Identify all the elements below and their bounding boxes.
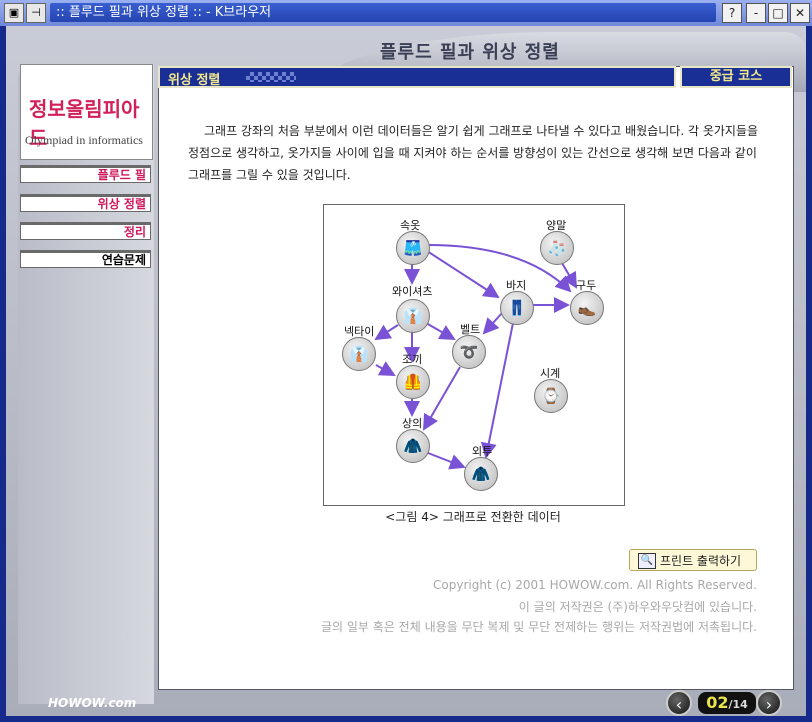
olympiad-logo: 정보올림피아드 Olympiad in informatics [20,64,153,160]
section-title: 위상 정렬 [168,73,221,88]
coat-icon: 🧥 [464,457,498,491]
vest-icon: 🦺 [396,365,430,399]
shirt-icon: 👔 [396,299,430,333]
edge-baji-belt [482,312,503,335]
pants-icon: 👖 [500,291,534,325]
minimize-button[interactable]: - [746,3,766,23]
tie-icon: 👔 [342,337,376,371]
window-titlebar: ▣ ⊣ :: 플루드 필과 위상 정렬 :: - K브라우저 ? - □ ✕ [0,0,812,27]
edge-sokot-baji [426,250,500,299]
jacket-icon: 🧥 [396,429,430,463]
copyright-line-3: 글의 일부 혹은 전체 내용을 무단 복제 및 무단 전제하는 행위는 저작권법… [321,620,757,634]
figure-caption: <그림 4> 그래프로 전환한 데이터 [385,510,561,524]
page-current: 02 [706,693,729,712]
printer-icon: 🔍 [638,553,656,569]
browser-icon[interactable]: ▣ [4,3,24,23]
edge-belt-sangui [422,366,461,431]
print-button[interactable]: 🔍 프린트 출력하기 [629,549,757,571]
edge-waisyeocheu-belt [425,322,456,340]
maximize-button[interactable]: □ [768,3,788,23]
sidebar-item-flood-fill[interactable]: 플루드 필 [20,165,151,183]
sidebar-item-exercises[interactable]: 연습문제 [20,250,151,268]
page-title: 플루드 필과 위상 정렬 [380,42,560,63]
clothing-graph-figure: 속옷 🩳 양말 🧦 와이셔츠 👔 바지 👖 구두 👞 넥타이 👔 벨트 ➰ 조끼… [323,204,625,506]
pin-icon[interactable]: ⊣ [26,3,46,23]
page-indicator: 02/14 [698,692,756,714]
sock-icon: 🧦 [540,231,574,265]
copyright-line-1: Copyright (c) 2001 HOWOW.com. All Rights… [433,578,757,592]
checker-decoration [246,72,296,82]
print-button-label: 프린트 출력하기 [660,554,742,568]
shoe-icon: 👞 [570,291,604,325]
howow-logo: HOWOW.com [48,696,137,710]
edge-nektai-jokki [375,361,396,376]
edge-baji-oetu [480,322,514,459]
graph-label-waisyeocheu: 와이셔츠 [392,285,433,298]
copyright-line-2: 이 글의 저작권은 (주)하우와우닷컴에 있습니다. [518,600,757,614]
sidebar [18,64,154,704]
help-button[interactable]: ? [722,3,742,23]
page-total: /14 [728,698,748,711]
edge-sangui-oetu [427,452,466,470]
window-title: :: 플루드 필과 위상 정렬 :: - K브라우저 [50,3,716,22]
edge-waisyeocheu-nektai [374,324,399,341]
next-page-button[interactable]: › [756,690,782,716]
content-paragraph: 그래프 강좌의 처음 부분에서 이런 데이터들은 알기 쉽게 그래프로 나타낼 … [188,124,759,182]
close-button[interactable]: ✕ [790,3,810,23]
edge-yangmal-gudu [561,262,578,289]
watch-icon: ⌚ [534,379,568,413]
section-title-bar: 위상 정렬 [158,66,676,88]
sidebar-item-topological-sort[interactable]: 위상 정렬 [20,194,151,212]
shorts-icon: 🩳 [396,231,430,265]
belt-icon: ➰ [452,335,486,369]
prev-page-button[interactable]: ‹ [666,690,692,716]
course-level-badge: 중급 코스 [680,66,792,88]
sidebar-item-summary[interactable]: 정리 [20,222,151,240]
logo-english: Olympiad in informatics [25,133,143,147]
